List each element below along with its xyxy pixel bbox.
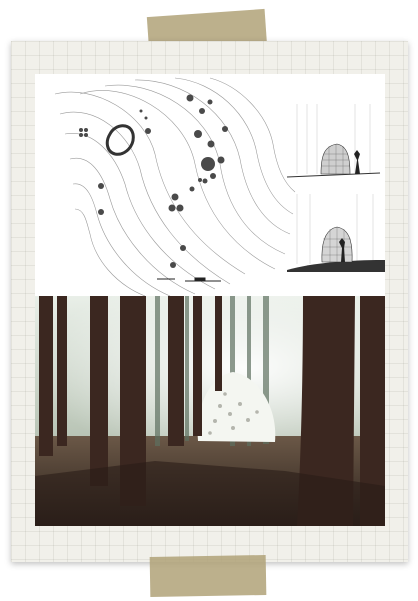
section-lower: [287, 194, 385, 272]
scale-bar: [157, 277, 221, 282]
pavilion-plan: [105, 124, 135, 156]
forest-photo: [35, 296, 385, 526]
section-upper: [286, 104, 381, 178]
bottom-tape: [149, 554, 267, 598]
page: { "scrapbook": { "card": "paper-grid-car…: [0, 0, 418, 601]
tree-markers: [79, 94, 228, 268]
site-plan-svg: [54, 77, 385, 296]
forest-photo-svg: [35, 296, 385, 526]
site-plan-drawing: [35, 74, 385, 296]
